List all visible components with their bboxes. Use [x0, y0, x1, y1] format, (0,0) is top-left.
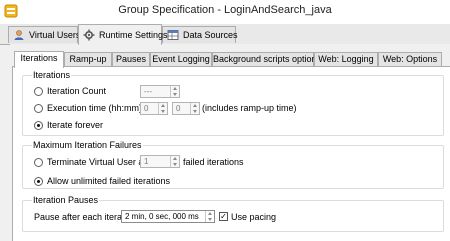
tab-event-logging[interactable]: Event Logging [150, 52, 212, 67]
iteration-count-radio[interactable] [34, 87, 43, 96]
iteration-count-value: --- [144, 87, 152, 96]
stepper-arrows-icon[interactable] [190, 103, 199, 114]
iterate-forever-radio[interactable] [34, 121, 43, 130]
tab-web-options[interactable]: Web: Options [378, 52, 442, 67]
tab-background-scripts-options[interactable]: Background scripts options [212, 52, 321, 67]
iteration-count-stepper[interactable]: --- [140, 85, 180, 98]
tab-data-sources-label: Data Sources [183, 30, 238, 40]
stepper-arrows-icon[interactable] [205, 211, 214, 222]
failures-value: 1 [144, 157, 149, 166]
tab-data-sources[interactable]: Data Sources [162, 26, 238, 43]
sub-tab-strip: Iterations Ramp-up Pauses Event Logging … [12, 51, 450, 68]
tab-virtual-users[interactable]: Virtual Users [8, 26, 81, 43]
tab-ramp-up[interactable]: Ramp-up [64, 52, 112, 67]
failures-stepper[interactable]: 1 [140, 155, 180, 168]
stepper-arrows-icon[interactable] [170, 156, 179, 167]
execution-time-label: Execution time (hh:mm) [47, 103, 143, 113]
use-pacing-label: Use pacing [231, 212, 277, 222]
execution-time-note: (includes ramp-up time) [202, 103, 297, 113]
stepper-arrows-icon[interactable] [158, 103, 167, 114]
use-pacing-checkbox[interactable]: ✓ [219, 212, 228, 221]
allow-unlimited-radio[interactable] [34, 177, 43, 186]
execution-hours-value: 0 [144, 104, 149, 113]
execution-time-radio[interactable] [34, 104, 43, 113]
iteration-count-label: Iteration Count [47, 86, 107, 96]
max-failures-group-title: Maximum Iteration Failures [32, 140, 143, 150]
tab-virtual-users-label: Virtual Users [29, 30, 81, 40]
failed-iterations-label: failed iterations [183, 157, 244, 167]
execution-minutes-value: 0 [176, 104, 181, 113]
window-title: Group Specification - LoginAndSearch_jav… [118, 4, 332, 16]
users-icon [13, 29, 25, 41]
title-bar: Group Specification - LoginAndSearch_jav… [0, 0, 450, 24]
iteration-pauses-group-title: Iteration Pauses [32, 195, 100, 205]
tab-runtime-settings[interactable]: Runtime Settings [78, 24, 168, 45]
pause-duration-value: 2 min, 0 sec, 000 ms [125, 212, 199, 221]
allow-unlimited-label: Allow unlimited failed iterations [47, 176, 171, 186]
execution-minutes-stepper[interactable]: 0 [172, 102, 200, 115]
table-icon [167, 29, 179, 41]
tab-iterations[interactable]: Iterations [14, 51, 64, 68]
execution-hours-stepper[interactable]: 0 [140, 102, 168, 115]
top-tab-strip: Virtual Users Runtime Settings Data Sour… [0, 24, 450, 45]
gear-icon [83, 29, 95, 41]
iterations-group-title: Iterations [32, 70, 72, 80]
pause-duration-stepper[interactable]: 2 min, 0 sec, 000 ms [121, 210, 215, 223]
tab-runtime-settings-label: Runtime Settings [99, 30, 168, 40]
tab-web-logging[interactable]: Web: Logging [314, 52, 378, 67]
iterate-forever-label: Iterate forever [47, 120, 104, 130]
tab-pauses[interactable]: Pauses [112, 52, 150, 67]
terminate-user-radio[interactable] [34, 158, 43, 167]
stepper-arrows-icon[interactable] [170, 86, 179, 97]
